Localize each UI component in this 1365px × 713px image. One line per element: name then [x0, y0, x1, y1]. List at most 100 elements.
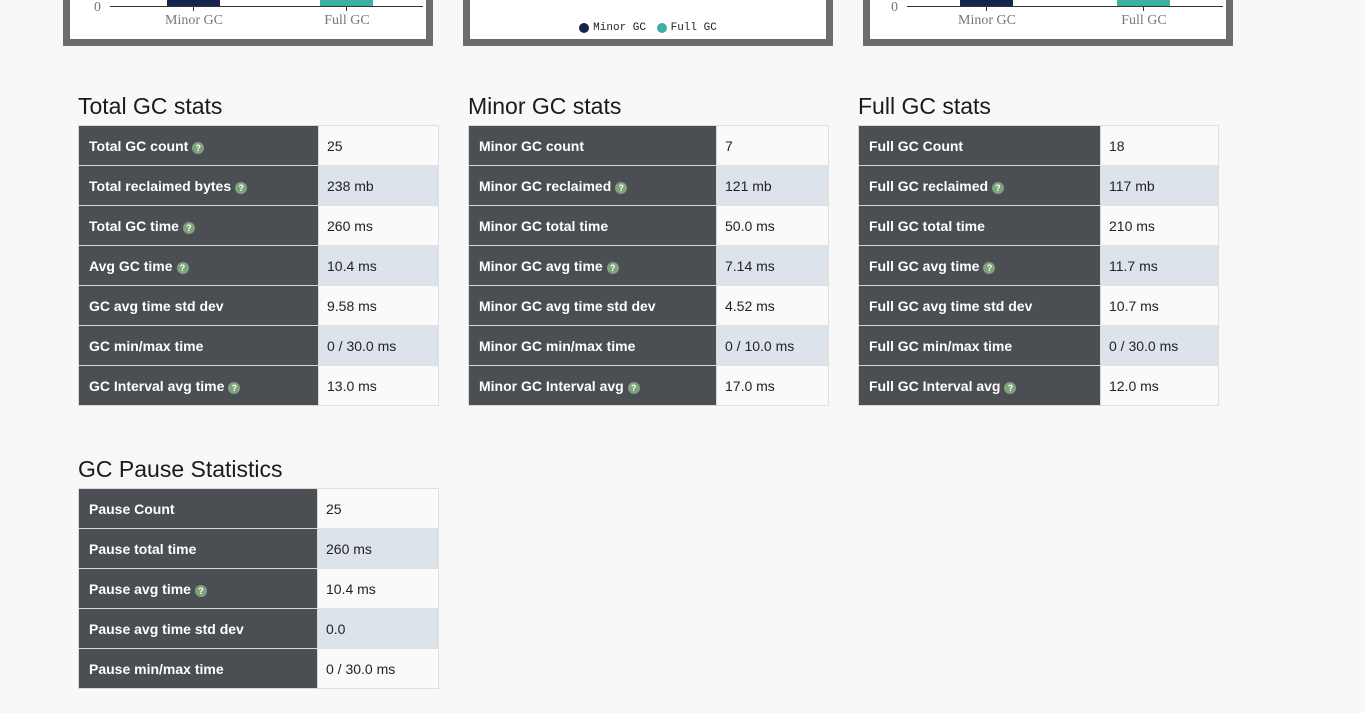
bar-minor-gc[interactable]	[167, 0, 220, 6]
stat-label: Full GC total time	[869, 217, 985, 234]
stat-label-cell: Full GC Interval avg?	[858, 365, 1101, 406]
stat-row: Minor GC total time 50.0 ms	[468, 205, 829, 246]
full-gc-stats-table: Full GC Count 18 Full GC reclaimed? 117 mb F…	[858, 125, 1219, 406]
stat-label-cell: Pause min/max time	[78, 648, 318, 689]
stat-row: Minor GC avg time? 7.14 ms	[468, 245, 829, 286]
stat-label: Minor GC reclaimed	[479, 177, 612, 194]
stat-row: GC avg time std dev 9.58 ms	[78, 285, 439, 326]
stat-value: 9.58 ms	[318, 285, 439, 326]
stat-label-cell: Pause total time	[78, 528, 318, 569]
help-icon[interactable]: ?	[983, 261, 996, 274]
help-icon[interactable]: ?	[235, 181, 248, 194]
legend-item-full-gc[interactable]: Full GC	[656, 22, 717, 34]
bar-full-gc[interactable]	[320, 0, 373, 6]
stat-label-cell: Full GC reclaimed?	[858, 165, 1101, 206]
stat-label: Full GC Count	[869, 137, 964, 154]
stat-row: Full GC avg time std dev 10.7 ms	[858, 285, 1219, 326]
stat-label-cell: GC min/max time	[78, 325, 319, 366]
stat-row: Pause avg time std dev 0.0	[78, 608, 439, 649]
stat-label: Full GC avg time	[869, 257, 980, 274]
full-gc-stats-section: Full GC stats Full GC Count 18 Full GC rec…	[858, 91, 1219, 406]
stat-label-cell: Minor GC Interval avg?	[468, 365, 717, 406]
x-tick-label-minor-gc: Minor GC	[958, 13, 1016, 28]
stat-label: Total reclaimed bytes	[89, 177, 232, 194]
stat-value: 0 / 30.0 ms	[318, 325, 439, 366]
stat-value: 238 mb	[318, 165, 439, 206]
stat-value: 4.52 ms	[716, 285, 829, 326]
stat-label: Minor GC min/max time	[479, 337, 636, 354]
total-gc-bar-chart: 0 Minor GC Full GC	[94, 0, 423, 28]
stat-label: Minor GC avg time	[479, 257, 603, 274]
help-icon[interactable]: ?	[615, 181, 628, 194]
stat-value: 12.0 ms	[1100, 365, 1219, 406]
help-icon[interactable]: ?	[176, 261, 189, 274]
stat-label: GC Interval avg time	[89, 377, 225, 394]
help-icon[interactable]: ?	[228, 381, 241, 394]
stat-row: Pause Count 25	[78, 488, 439, 529]
stat-row: Total GC time? 260 ms	[78, 205, 439, 246]
stat-label: Pause total time	[89, 540, 197, 557]
stat-label-cell: Minor GC min/max time	[468, 325, 717, 366]
stat-label-cell: GC avg time std dev	[78, 285, 319, 326]
stat-value: 7.14 ms	[716, 245, 829, 286]
stat-label: Total GC count	[89, 137, 189, 154]
stat-label: Full GC avg time std dev	[869, 297, 1033, 314]
stat-label: Pause Count	[89, 500, 175, 517]
stat-value: 10.4 ms	[318, 245, 439, 286]
stat-label-cell: Full GC min/max time	[858, 325, 1101, 366]
stat-label: Pause min/max time	[89, 660, 224, 677]
stat-value: 13.0 ms	[318, 365, 439, 406]
stat-row: Avg GC time? 10.4 ms	[78, 245, 439, 286]
stat-row: Minor GC reclaimed? 121 mb	[468, 165, 829, 206]
total-gc-stats-table: Total GC count? 25 Total reclaimed bytes? 2…	[78, 125, 439, 406]
stat-label-cell: Full GC total time	[858, 205, 1101, 246]
stat-row: Minor GC Interval avg? 17.0 ms	[468, 365, 829, 406]
bar-full-gc[interactable]	[1117, 0, 1170, 6]
stat-value: 11.7 ms	[1100, 245, 1219, 286]
stat-label: Minor GC Interval avg	[479, 377, 624, 394]
help-icon[interactable]: ?	[182, 221, 195, 234]
minor-gc-stats-table: Minor GC count 7 Minor GC reclaimed? 121 mb…	[468, 125, 829, 406]
legend-item-minor-gc[interactable]: Minor GC	[579, 22, 646, 34]
stat-label: Total GC time	[89, 217, 179, 234]
bar-minor-gc[interactable]	[960, 0, 1013, 6]
stat-label-cell: Minor GC avg time?	[468, 245, 717, 286]
stat-label-cell: Total reclaimed bytes?	[78, 165, 319, 206]
help-icon[interactable]: ?	[992, 181, 1005, 194]
stat-row: Total GC count? 25	[78, 125, 439, 166]
stat-label-cell: GC Interval avg time?	[78, 365, 319, 406]
stat-label: GC min/max time	[89, 337, 204, 354]
stat-value: 10.4 ms	[317, 568, 439, 609]
help-icon[interactable]: ?	[1004, 381, 1017, 394]
legend-label: Minor GC	[593, 22, 646, 34]
stat-row: Minor GC min/max time 0 / 10.0 ms	[468, 325, 829, 366]
stat-value: 50.0 ms	[716, 205, 829, 246]
gc-pause-stats-table: Pause Count 25 Pause total time 260 ms Pause…	[78, 488, 439, 689]
gc-pie-chart-card: Minor GC Full GC	[463, 0, 833, 46]
x-tick-label-full-gc: Full GC	[1121, 13, 1167, 28]
stat-value: 25	[318, 125, 439, 166]
stat-label-cell: Full GC avg time std dev	[858, 285, 1101, 326]
stat-label: Full GC min/max time	[869, 337, 1013, 354]
stat-label: Full GC Interval avg	[869, 377, 1001, 394]
legend-dot-icon	[656, 23, 667, 33]
stat-row: Full GC Count 18	[858, 125, 1219, 166]
gc-time-chart-card: 0 Minor GC Full GC	[863, 0, 1233, 46]
stat-value: 0 / 30.0 ms	[317, 648, 439, 689]
help-icon[interactable]: ?	[627, 381, 640, 394]
help-icon[interactable]: ?	[606, 261, 619, 274]
stat-label-cell: Full GC Count	[858, 125, 1101, 166]
y-tick-label-0: 0	[94, 0, 101, 15]
help-icon[interactable]: ?	[194, 584, 207, 597]
stat-value: 0.0	[317, 608, 439, 649]
stat-label-cell: Minor GC count	[468, 125, 717, 166]
stat-row: Full GC reclaimed? 117 mb	[858, 165, 1219, 206]
stat-label: GC avg time std dev	[89, 297, 224, 314]
stat-value: 260 ms	[317, 528, 439, 569]
stat-row: Full GC total time 210 ms	[858, 205, 1219, 246]
help-icon[interactable]: ?	[192, 141, 205, 154]
stat-label: Pause avg time std dev	[89, 620, 244, 637]
stat-label-cell: Pause avg time std dev	[78, 608, 318, 649]
stat-label-cell: Minor GC total time	[468, 205, 717, 246]
stat-value: 0 / 30.0 ms	[1100, 325, 1219, 366]
